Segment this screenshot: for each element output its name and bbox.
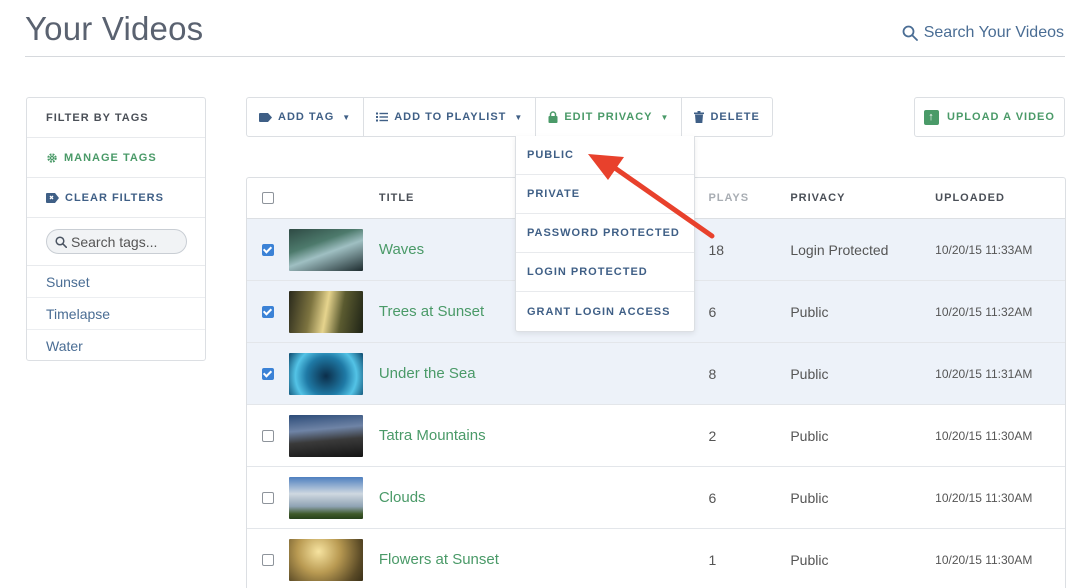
video-plays: 2 [708, 427, 717, 444]
video-thumbnail[interactable] [288, 352, 363, 395]
lock-icon [548, 111, 558, 123]
edit-privacy-label: EDIT PRIVACY [564, 111, 653, 123]
row-checkbox[interactable] [261, 305, 274, 318]
row-checkbox[interactable] [261, 429, 274, 442]
video-plays: 6 [708, 303, 717, 320]
privacy-option-password-protected[interactable]: PASSWORD PROTECTED [516, 214, 694, 253]
video-uploaded: 10/20/15 11:30AM [935, 552, 1033, 567]
video-privacy: Public [790, 365, 829, 382]
upload-video-button[interactable]: ↑ UPLOAD A VIDEO [914, 97, 1065, 137]
video-uploaded: 10/20/15 11:32AM [935, 304, 1033, 319]
manage-tags-label: MANAGE TAGS [64, 151, 157, 164]
video-uploaded: 10/20/15 11:30AM [935, 490, 1033, 505]
search-icon [55, 235, 67, 248]
page-title: Your Videos [25, 10, 204, 47]
manage-tags-button[interactable]: MANAGE TAGS [27, 138, 205, 178]
video-thumbnail[interactable] [288, 290, 363, 333]
search-icon [902, 25, 918, 41]
row-checkbox[interactable] [261, 491, 274, 504]
video-uploaded: 10/20/15 11:31AM [935, 366, 1033, 381]
upload-arrow-icon: ↑ [924, 109, 940, 125]
tag-search-box[interactable] [46, 229, 187, 254]
uploaded-column-header[interactable]: UPLOADED [935, 192, 1065, 204]
video-thumbnail[interactable] [288, 228, 363, 271]
tag-icon [259, 112, 272, 122]
video-title[interactable]: Tatra Mountains [379, 427, 709, 444]
tag-filter-sunset[interactable]: Sunset [27, 266, 205, 298]
delete-button[interactable]: DELETE [682, 98, 771, 136]
caret-down-icon: ▼ [660, 112, 670, 122]
video-plays: 1 [708, 551, 717, 568]
privacy-option-private[interactable]: PRIVATE [516, 175, 694, 214]
video-title[interactable]: Under the Sea [379, 365, 709, 382]
caret-down-icon: ▼ [342, 112, 352, 122]
video-thumbnail[interactable] [288, 538, 363, 581]
tag-filter-timelapse[interactable]: Timelapse [27, 298, 205, 330]
trash-icon [694, 111, 705, 123]
caret-down-icon: ▼ [514, 112, 524, 122]
video-title[interactable]: Clouds [379, 489, 709, 506]
privacy-option-public[interactable]: PUBLIC [516, 136, 694, 175]
row-checkbox[interactable] [261, 367, 274, 380]
search-videos-label: Search Your Videos [923, 24, 1064, 41]
video-privacy: Public [790, 303, 829, 320]
video-uploaded: 10/20/15 11:33AM [935, 242, 1033, 257]
video-privacy: Public [790, 427, 829, 444]
plays-column-header[interactable]: PLAYS [708, 192, 790, 204]
table-row[interactable]: Tatra Mountains 2 Public 10/20/15 11:30A… [247, 405, 1065, 467]
tag-filter-water[interactable]: Water [27, 330, 205, 362]
video-uploaded: 10/20/15 11:30AM [935, 428, 1033, 443]
upload-video-label: UPLOAD A VIDEO [947, 111, 1055, 123]
add-to-playlist-button[interactable]: ADD TO PLAYLIST ▼ [364, 98, 537, 136]
clear-tag-icon [46, 192, 59, 203]
tag-filter-sidebar: FILTER BY TAGS MANAGE TAGS CLEAR FILTERS… [26, 97, 206, 361]
gear-icon [47, 152, 57, 163]
add-to-playlist-label: ADD TO PLAYLIST [394, 111, 507, 123]
select-all-checkbox[interactable] [261, 192, 274, 204]
privacy-column-header[interactable]: PRIVACY [790, 192, 935, 204]
edit-privacy-button[interactable]: EDIT PRIVACY ▼ [536, 98, 683, 136]
video-thumbnail[interactable] [288, 414, 363, 457]
tag-search-wrapper [27, 218, 205, 266]
video-privacy: Login Protected [790, 241, 889, 258]
row-checkbox[interactable] [261, 243, 274, 256]
video-thumbnail[interactable] [288, 476, 363, 519]
add-tag-label: ADD TAG [278, 111, 335, 123]
video-plays: 6 [708, 489, 717, 506]
bulk-action-toolbar: ADD TAG ▼ ADD TO PLAYLIST ▼ EDIT PRIVACY… [246, 97, 773, 137]
tag-search-input[interactable] [71, 233, 181, 250]
privacy-option-grant-login-access[interactable]: GRANT LOGIN ACCESS [516, 292, 694, 331]
video-privacy: Public [790, 489, 829, 506]
video-privacy: Public [790, 551, 829, 568]
video-plays: 8 [708, 365, 717, 382]
header-divider [25, 56, 1065, 57]
add-tag-button[interactable]: ADD TAG ▼ [247, 98, 365, 136]
delete-label: DELETE [710, 111, 760, 123]
list-icon [376, 112, 389, 122]
table-row[interactable]: Clouds 6 Public 10/20/15 11:30AM [247, 467, 1065, 529]
clear-filters-button[interactable]: CLEAR FILTERS [27, 178, 205, 218]
privacy-dropdown-menu: PUBLIC PRIVATE PASSWORD PROTECTED LOGIN … [515, 136, 695, 332]
clear-filters-label: CLEAR FILTERS [65, 191, 164, 204]
video-plays: 18 [708, 241, 725, 258]
row-checkbox[interactable] [261, 553, 274, 566]
search-videos-link[interactable]: Search Your Videos [902, 24, 1064, 42]
video-title[interactable]: Flowers at Sunset [379, 551, 709, 568]
filter-heading: FILTER BY TAGS [27, 98, 205, 138]
privacy-option-login-protected[interactable]: LOGIN PROTECTED [516, 253, 694, 292]
table-row[interactable]: Flowers at Sunset 1 Public 10/20/15 11:3… [247, 529, 1065, 588]
table-row[interactable]: Under the Sea 8 Public 10/20/15 11:31AM [247, 343, 1065, 405]
